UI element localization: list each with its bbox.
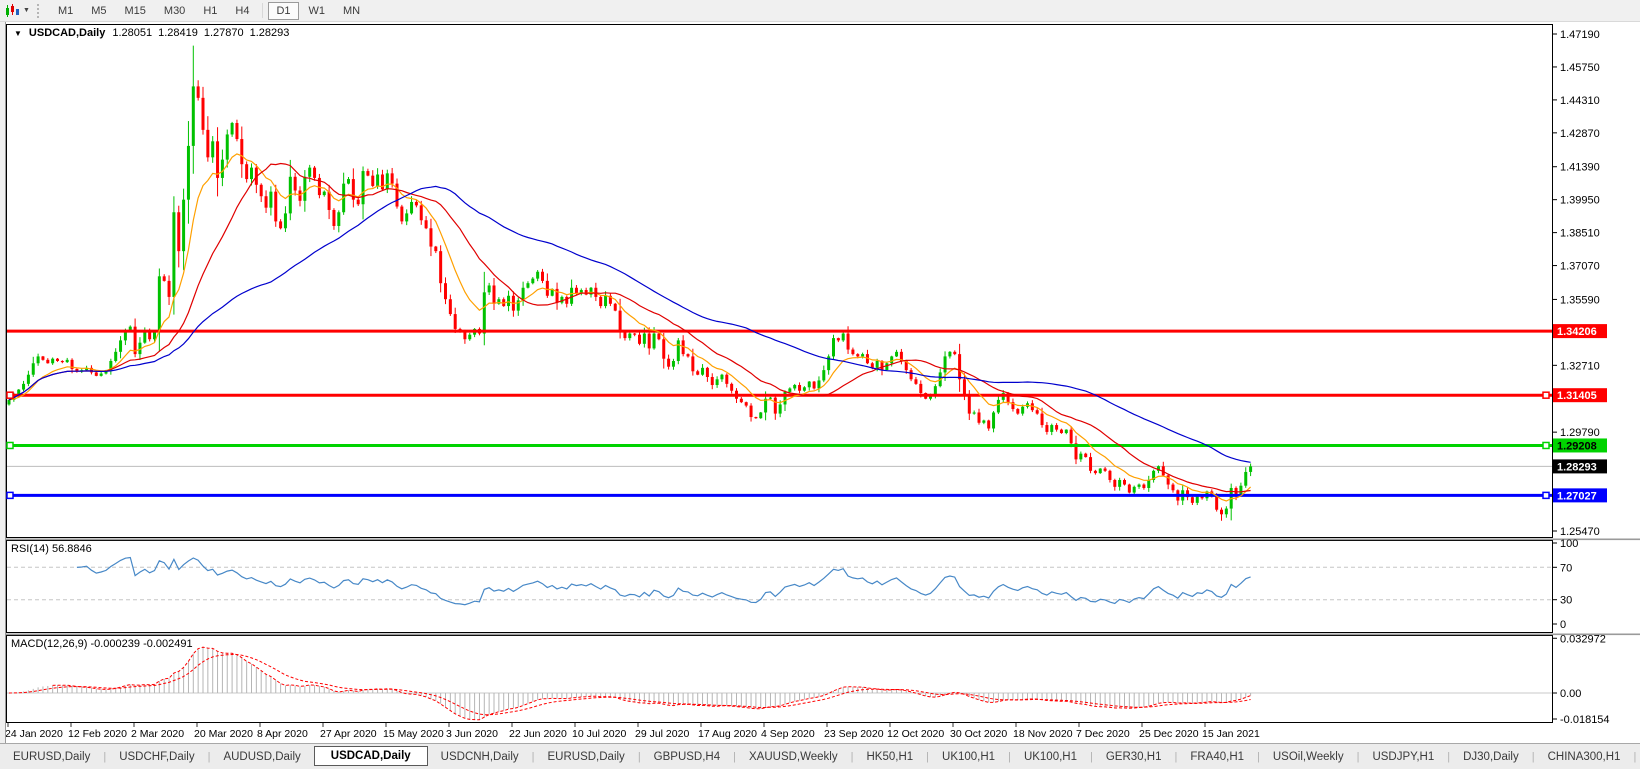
tab-eurusd-daily[interactable]: EURUSD,Daily (534, 748, 637, 766)
hline-price-tag-text: 1.27027 (1557, 490, 1597, 502)
tab-usdjpy-h1[interactable]: USDJPY,H1 (1359, 748, 1447, 766)
hline-price-tag-text: 1.29208 (1557, 440, 1597, 452)
chart-title: ▼ USDCAD,Daily 1.28051 1.28419 1.27870 1… (14, 27, 289, 39)
toolbar-grip (36, 3, 43, 18)
price-tick-label: 1.35590 (1560, 294, 1600, 306)
tab-usdcnh-daily[interactable]: USDCNH,Daily (428, 748, 532, 766)
toolbar-separator (262, 3, 264, 18)
timeframe-h4-button[interactable]: H4 (227, 2, 257, 20)
symbol-period-label: USDCAD,Daily (28, 27, 106, 39)
collapse-indicators-icon[interactable]: ▼ (14, 29, 22, 38)
date-label: 29 Jul 2020 (635, 728, 689, 740)
date-label: 27 Apr 2020 (320, 728, 377, 740)
price-tick-label: 1.39950 (1560, 195, 1600, 207)
pane-splitter[interactable] (0, 633, 1640, 636)
date-label: 8 Apr 2020 (257, 728, 308, 740)
date-label: 24 Jan 2020 (5, 728, 63, 740)
chart-type-dropdown-icon[interactable]: ▼ (23, 7, 30, 14)
tab-usoil-weekly[interactable]: USOil,Weekly (1260, 748, 1357, 766)
current-price-tag-text: 1.28293 (1557, 461, 1597, 473)
hline-handle[interactable] (1542, 441, 1550, 450)
window-left-edge (0, 21, 6, 743)
macd-axis-label: -0.018154 (1560, 714, 1610, 726)
tab-xauusd-weekly[interactable]: XAUUSD,Weekly (736, 748, 851, 766)
panel-frame (6, 635, 1553, 723)
date-label: 17 Aug 2020 (698, 728, 757, 740)
rsi-axis-label: 100 (1560, 538, 1578, 550)
tab-hk50-h1[interactable]: HK50,H1 (853, 748, 926, 766)
pane-splitter[interactable] (0, 538, 1640, 541)
rsi-indicator-label: RSI(14) 56.8846 (11, 543, 92, 555)
price-tick-label: 1.42870 (1560, 128, 1600, 140)
scroll-left-button[interactable]: ◄ (1636, 750, 1640, 763)
tab-uk100-h1[interactable]: UK100,H1 (929, 748, 1008, 766)
date-label: 15 Jan 2021 (1202, 728, 1260, 740)
date-label: 23 Sep 2020 (824, 728, 884, 740)
chart-canvas[interactable]: 24 Jan 2020 12 Feb 2020 2 Mar 2020 20 Mar 2… (0, 0, 1640, 769)
hline-price-tag-text: 1.31405 (1557, 390, 1597, 402)
date-label: 15 May 2020 (383, 728, 444, 740)
timeframe-m30-button[interactable]: M30 (156, 2, 193, 20)
open-value: 1.28051 (112, 27, 153, 39)
tab-eurusd-daily[interactable]: EURUSD,Daily (0, 748, 103, 766)
tab-dj30-daily[interactable]: DJ30,Daily (1450, 748, 1532, 766)
date-label: 2 Mar 2020 (131, 728, 184, 740)
price-tick-label: 1.29790 (1560, 427, 1600, 439)
toolbar: ▼ M1 M5 M15 M30 H1 H4 D1 W1 MN (0, 0, 1640, 22)
price-tick-label: 1.47190 (1560, 29, 1600, 41)
chart-type-icon[interactable] (2, 3, 22, 19)
low-value: 1.27870 (203, 27, 244, 39)
price-tick-label: 1.32710 (1560, 360, 1600, 372)
price-tick-label: 1.25470 (1560, 526, 1600, 538)
date-label: 7 Dec 2020 (1076, 728, 1130, 740)
date-label: 10 Jul 2020 (572, 728, 626, 740)
high-value: 1.28419 (158, 27, 198, 39)
tab-audusd-daily[interactable]: AUDUSD,Daily (210, 748, 313, 766)
chart-tab-bar: EURUSD,Daily | USDCHF,Daily | AUDUSD,Daily US… (0, 743, 1640, 769)
date-label: 12 Oct 2020 (887, 728, 944, 740)
price-tick-label: 1.44310 (1560, 95, 1600, 107)
date-label: 3 Jun 2020 (446, 728, 498, 740)
macd-indicator-label: MACD(12,26,9) -0.000239 -0.002491 (11, 638, 193, 650)
tab-gbpusd-h4[interactable]: GBPUSD,H4 (641, 748, 733, 766)
tab-ger30-h1[interactable]: GER30,H1 (1093, 748, 1175, 766)
timeframe-m1-button[interactable]: M1 (50, 2, 81, 20)
hline-handle[interactable] (6, 491, 14, 500)
tab-usdcad-daily[interactable]: USDCAD,Daily (313, 745, 428, 766)
panel-frame (6, 540, 1553, 633)
date-label: 4 Sep 2020 (761, 728, 815, 740)
timeframe-m15-button[interactable]: M15 (117, 2, 154, 20)
tab-usdchf-daily[interactable]: USDCHF,Daily (106, 748, 207, 766)
panel-frame (6, 24, 1553, 538)
timeframe-m5-button[interactable]: M5 (83, 2, 114, 20)
price-tick-label: 1.38510 (1560, 228, 1600, 240)
hline-handle[interactable] (6, 391, 14, 399)
timeframe-h1-button[interactable]: H1 (195, 2, 225, 20)
date-label: 30 Oct 2020 (950, 728, 1007, 740)
macd-axis-label: 0.032972 (1560, 633, 1606, 645)
date-label: 22 Jun 2020 (509, 728, 567, 740)
hline-price-tag-text: 1.34206 (1557, 326, 1597, 338)
timeframe-d1-button[interactable]: D1 (268, 1, 299, 20)
close-value: 1.28293 (249, 27, 290, 39)
rsi-axis-label: 30 (1560, 595, 1572, 607)
price-tick-label: 1.41390 (1560, 162, 1600, 174)
price-tick-label: 1.45750 (1560, 62, 1600, 74)
date-label: 25 Dec 2020 (1139, 728, 1199, 740)
hline-handle[interactable] (1542, 491, 1550, 500)
timeframe-w1-button[interactable]: W1 (301, 2, 334, 20)
price-tick-label: 1.37070 (1560, 261, 1600, 273)
rsi-axis-label: 70 (1560, 562, 1572, 574)
hline-handle[interactable] (6, 441, 14, 450)
tab-uk100-h1[interactable]: UK100,H1 (1011, 748, 1090, 766)
date-label: 20 Mar 2020 (194, 728, 253, 740)
rsi-axis-label: 0 (1560, 619, 1566, 631)
macd-axis-label: 0.00 (1560, 688, 1581, 700)
tab-china300-h1[interactable]: CHINA300,H1 (1535, 748, 1634, 766)
timeframe-mn-button[interactable]: MN (335, 2, 368, 20)
hline-handle[interactable] (1542, 391, 1550, 399)
tab-fra40-h1[interactable]: FRA40,H1 (1177, 748, 1257, 766)
date-label: 18 Nov 2020 (1013, 728, 1073, 740)
date-label: 12 Feb 2020 (68, 728, 127, 740)
